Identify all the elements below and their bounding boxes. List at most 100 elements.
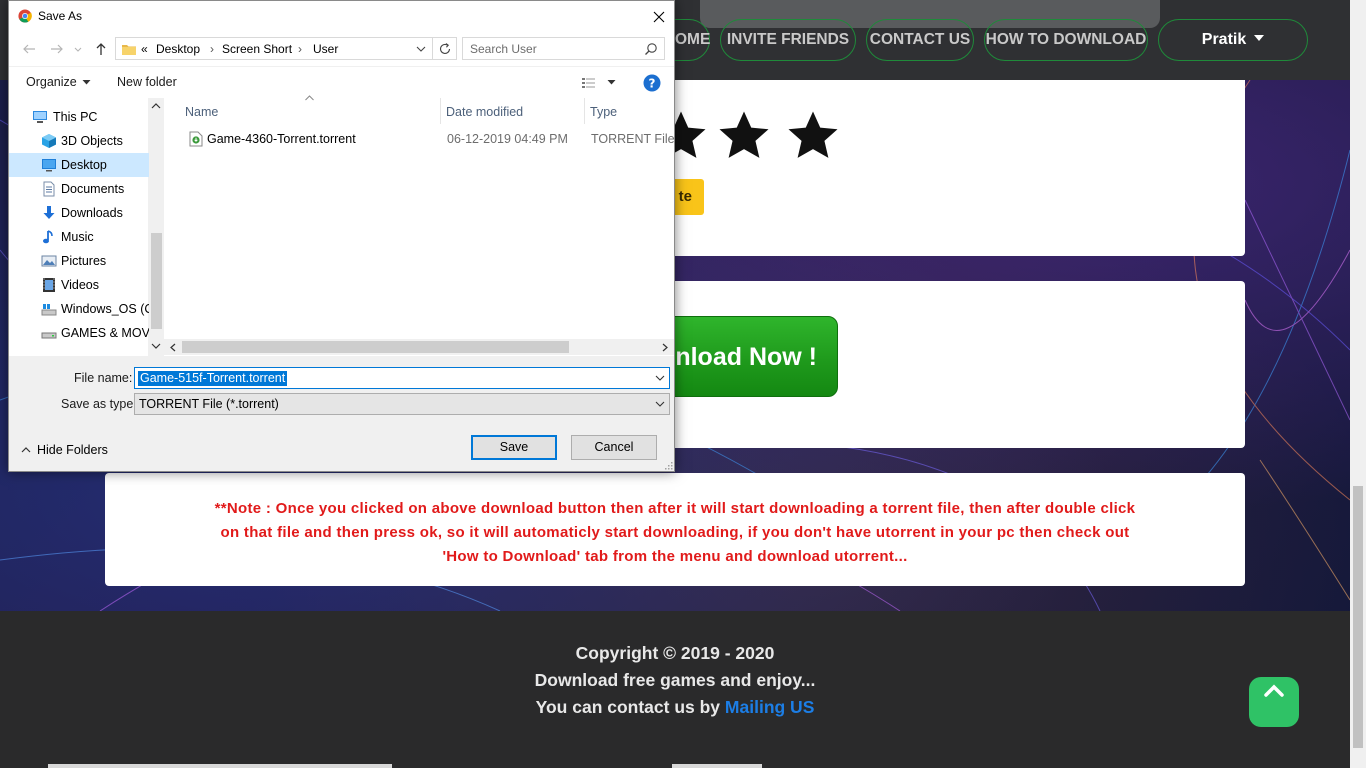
chevron-down-icon[interactable] — [655, 374, 665, 382]
recent-chevron-icon[interactable] — [73, 41, 83, 57]
mailing-us-link[interactable]: Mailing US — [725, 697, 814, 717]
user-name: Pratik — [1201, 31, 1247, 48]
rating-card — [600, 80, 1245, 256]
search-input[interactable] — [463, 38, 641, 59]
nav-item-label: Pictures — [61, 254, 107, 268]
nav-item-videos[interactable]: Videos — [9, 273, 149, 297]
nav-pane-scroll-thumb[interactable] — [151, 233, 162, 329]
search-icon[interactable] — [644, 42, 658, 56]
file-name-value: Game-515f-Torrent.torrent — [138, 371, 288, 386]
star-icon[interactable] — [715, 108, 773, 164]
nav-item-label: This PC — [53, 110, 98, 124]
footer-contact-prefix: You can contact us by — [535, 697, 721, 717]
nav-contact-us[interactable]: CONTACT US — [866, 19, 974, 61]
dialog-titlebar[interactable]: Save As — [9, 1, 674, 32]
column-name[interactable]: Name — [185, 105, 218, 119]
nav-item-label: Windows_OS (C: — [61, 302, 149, 316]
back-arrow-icon[interactable] — [21, 41, 37, 57]
crumb-separator: › — [210, 42, 214, 56]
nav-item-label: Downloads — [61, 206, 123, 220]
nav-item-this-pc[interactable]: This PC — [9, 105, 149, 129]
footer-strip — [48, 764, 392, 768]
chevron-up-icon — [21, 447, 31, 453]
crumb-user[interactable]: User — [313, 42, 338, 56]
scroll-up-icon[interactable] — [151, 102, 161, 110]
dialog-toolbar: Organize New folder ? — [9, 66, 674, 98]
close-icon[interactable] — [649, 7, 669, 27]
star-icon[interactable] — [784, 108, 842, 164]
nav-item-pictures[interactable]: Pictures — [9, 249, 149, 273]
file-name-label: File name: — [74, 371, 133, 385]
nav-how-to-download[interactable]: HOW TO DOWNLOAD — [984, 19, 1148, 61]
resize-grip-icon[interactable] — [664, 461, 674, 471]
column-separator[interactable] — [584, 98, 585, 124]
nav-item-music[interactable]: Music — [9, 225, 149, 249]
caret-down-icon — [82, 80, 91, 85]
save-button[interactable]: Save — [471, 435, 557, 460]
crumb-desktop[interactable]: Desktop — [156, 42, 200, 56]
footer-tagline: Download free games and enjoy... — [534, 670, 816, 690]
refresh-icon[interactable] — [438, 42, 452, 56]
pictures-icon — [41, 255, 57, 267]
column-type[interactable]: Type — [590, 105, 617, 119]
music-note-icon — [43, 230, 53, 244]
file-name-input[interactable]: Game-515f-Torrent.torrent — [134, 367, 670, 389]
file-row[interactable]: Game-4360-Torrent.torrent 06-12-2019 04:… — [161, 129, 675, 151]
nav-item-label: Music — [61, 230, 94, 244]
nav-item-label: Desktop — [61, 158, 107, 172]
organize-label: Organize — [26, 75, 77, 89]
hide-folders-toggle[interactable]: Hide Folders — [21, 443, 108, 457]
documents-icon — [43, 181, 55, 197]
save-type-label: Save as type: — [61, 397, 137, 411]
nav-item-3d-objects[interactable]: 3D Objects — [9, 129, 149, 153]
nav-item-documents[interactable]: Documents — [9, 177, 149, 201]
help-icon[interactable]: ? — [643, 74, 661, 92]
view-dropdown-icon[interactable] — [607, 79, 616, 86]
page-scrollbar-thumb[interactable] — [1353, 486, 1363, 748]
scroll-right-icon[interactable] — [661, 343, 669, 352]
chevron-down-icon[interactable] — [655, 400, 665, 408]
address-bar[interactable]: « Desktop › Screen Short › User — [115, 37, 457, 60]
address-row: « Desktop › Screen Short › User — [9, 32, 674, 66]
file-name: Game-4360-Torrent.torrent — [207, 132, 356, 146]
chevron-up-icon — [1264, 684, 1284, 697]
chevron-down-icon[interactable] — [416, 45, 426, 53]
caret-down-icon — [1254, 34, 1265, 41]
address-overflow[interactable]: « — [141, 42, 148, 56]
nav-invite-friends[interactable]: INVITE FRIENDS — [720, 19, 856, 61]
cancel-button[interactable]: Cancel — [571, 435, 657, 460]
view-options-icon[interactable] — [581, 76, 597, 90]
nav-item-downloads[interactable]: Downloads — [9, 201, 149, 225]
forward-arrow-icon[interactable] — [49, 41, 65, 57]
save-type-value: TORRENT File (*.torrent) — [139, 397, 279, 411]
column-date-modified[interactable]: Date modified — [446, 105, 523, 119]
file-date: 06-12-2019 04:49 PM — [447, 132, 568, 146]
sort-ascending-icon — [305, 95, 314, 101]
nav-user-menu[interactable]: Pratik — [1158, 19, 1308, 61]
pc-icon — [33, 111, 47, 123]
nav-item-games-movies[interactable]: GAMES & MOVI — [9, 321, 149, 345]
footer-strip — [672, 764, 762, 768]
nav-item-label: GAMES & MOVI — [61, 326, 149, 340]
scroll-left-icon[interactable] — [169, 343, 177, 352]
scroll-down-icon[interactable] — [151, 342, 161, 350]
save-as-dialog: Save As « Desktop › Screen Short › User … — [8, 0, 675, 472]
organize-menu[interactable]: Organize — [26, 75, 91, 89]
new-folder-button[interactable]: New folder — [117, 75, 177, 89]
save-type-select[interactable]: TORRENT File (*.torrent) — [134, 393, 670, 415]
crumb-separator: › — [298, 42, 302, 56]
videos-icon — [43, 278, 55, 292]
nav-item-desktop[interactable]: Desktop — [9, 153, 149, 177]
chrome-icon — [18, 9, 32, 23]
up-arrow-icon[interactable] — [93, 41, 109, 57]
torrent-file-icon — [189, 131, 203, 147]
column-separator[interactable] — [440, 98, 441, 124]
scroll-to-top-button[interactable] — [1249, 677, 1299, 727]
nav-item-windows-os[interactable]: Windows_OS (C: — [9, 297, 149, 321]
file-list-hscroll-thumb[interactable] — [182, 341, 569, 353]
download-note: **Note : Once you clicked on above downl… — [214, 500, 1136, 565]
crumb-screen-short[interactable]: Screen Short — [222, 42, 292, 56]
address-divider — [432, 38, 433, 59]
footer-contact: You can contact us by Mailing US — [0, 694, 1350, 721]
search-box — [462, 37, 665, 60]
